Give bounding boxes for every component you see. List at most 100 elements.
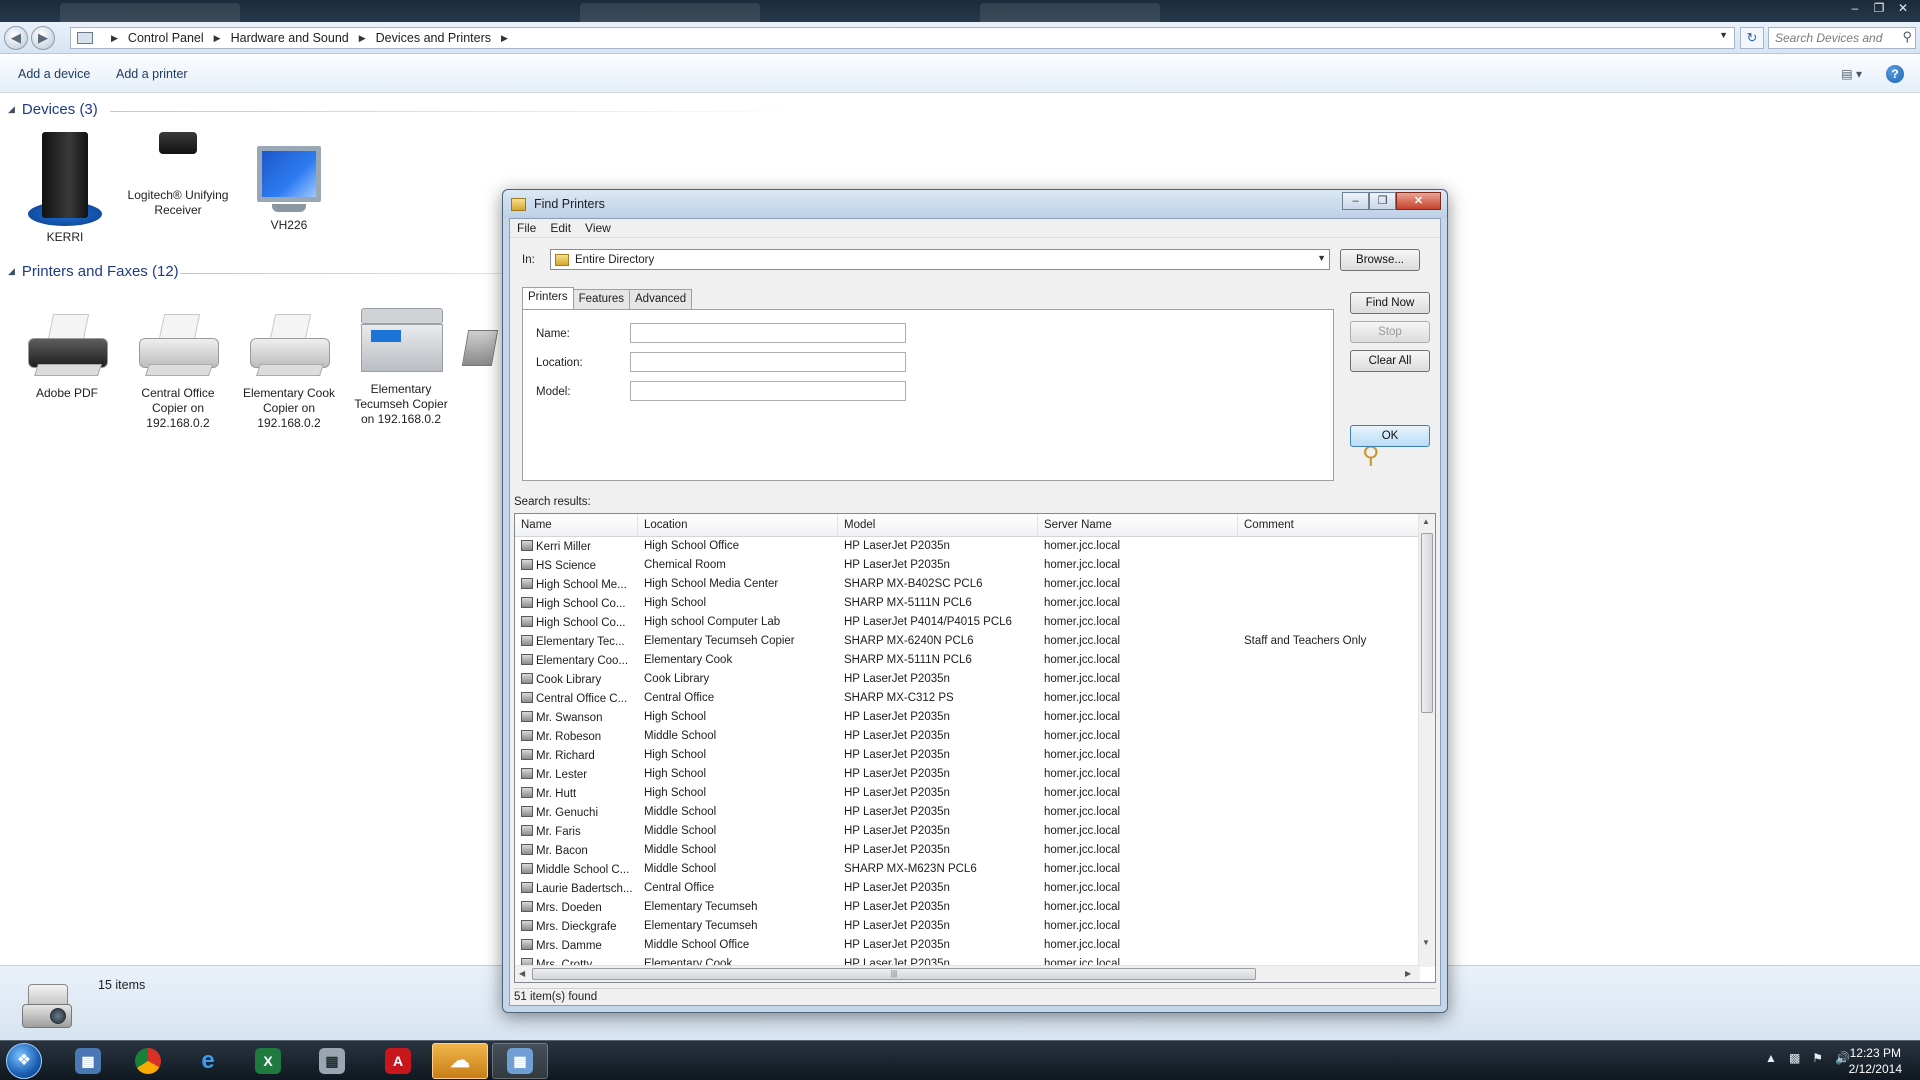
taskbar-cloud-app[interactable]: ☁: [432, 1043, 488, 1079]
column-header-model[interactable]: Model: [838, 514, 1038, 537]
model-field[interactable]: [630, 381, 906, 401]
table-row[interactable]: Elementary Tec... Elementary Tecumseh Cop…: [515, 633, 1420, 652]
column-header-comment[interactable]: Comment: [1238, 514, 1420, 537]
dialog-close-icon[interactable]: ✕: [1396, 192, 1441, 210]
breadcrumb-hardware-and-sound[interactable]: Hardware and Sound: [231, 31, 349, 45]
dialog-title-bar[interactable]: Find Printers – ❐ ✕: [503, 190, 1447, 218]
table-row[interactable]: Mr. Richard High School HP LaserJet P2035n…: [515, 747, 1420, 766]
start-button[interactable]: ❖: [6, 1043, 42, 1079]
table-row[interactable]: Mr. Genuchi Middle School HP LaserJet P203…: [515, 804, 1420, 823]
find-now-button[interactable]: Find Now: [1350, 292, 1430, 314]
breadcrumb-control-panel[interactable]: Control Panel: [128, 31, 204, 45]
location-field[interactable]: [630, 352, 906, 372]
horizontal-scrollbar[interactable]: ◀ ||| ▶: [515, 965, 1420, 982]
search-input[interactable]: Search Devices and ... ⚲: [1768, 27, 1916, 59]
printer-adobe-pdf[interactable]: Adobe PDF: [12, 312, 122, 401]
taskbar-ie-app[interactable]: e: [180, 1043, 236, 1079]
printer-elementary-cook-copier[interactable]: Elementary Cook Copier on 192.168.0.2: [234, 312, 344, 431]
device-logitech-receiver[interactable]: Logitech® Unifying Receiver: [123, 132, 233, 218]
help-icon[interactable]: ?: [1886, 65, 1904, 83]
tab-features[interactable]: Features: [572, 289, 631, 311]
table-row[interactable]: Mrs. Doeden Elementary Tecumseh HP LaserJe…: [515, 899, 1420, 918]
table-row[interactable]: Mr. Lester High School HP LaserJet P2035n h…: [515, 766, 1420, 785]
taskbar-acrobat-app[interactable]: A: [370, 1043, 426, 1079]
table-row[interactable]: High School Co... High School SHARP MX-511…: [515, 595, 1420, 614]
table-row[interactable]: Laurie Badertsch... Central Office HP Lase…: [515, 880, 1420, 899]
stop-button[interactable]: Stop: [1350, 321, 1430, 343]
taskbar-control-panel-app[interactable]: ▦: [492, 1043, 548, 1079]
table-row[interactable]: Mr. Bacon Middle School HP LaserJet P2035n…: [515, 842, 1420, 861]
close-icon[interactable]: ✕: [1892, 0, 1914, 16]
chevron-right-icon[interactable]: ▶: [214, 33, 221, 44]
table-row[interactable]: Mrs. Dieckgrafe Elementary Tecumseh HP Las…: [515, 918, 1420, 937]
clear-all-button[interactable]: Clear All: [1350, 350, 1430, 372]
table-row[interactable]: Mr. Faris Middle School HP LaserJet P2035n…: [515, 823, 1420, 842]
browse-button[interactable]: Browse...: [1340, 249, 1420, 271]
printers-section-header[interactable]: ◢ Printers and Faxes (12): [8, 263, 179, 280]
taskbar-network-app[interactable]: ▦: [60, 1043, 116, 1079]
table-row[interactable]: Central Office C... Central Office SHARP M…: [515, 690, 1420, 709]
printer-partial[interactable]: [460, 330, 500, 370]
column-header-server-name[interactable]: Server Name: [1038, 514, 1238, 537]
collapse-triangle-icon[interactable]: ◢: [8, 104, 15, 115]
scroll-left-icon[interactable]: ◀: [519, 969, 525, 978]
tab-advanced[interactable]: Advanced: [629, 289, 693, 311]
show-hidden-icons-icon[interactable]: ▲: [1765, 1051, 1777, 1065]
refresh-button[interactable]: ↻: [1740, 27, 1764, 49]
maximize-icon[interactable]: ❐: [1868, 0, 1890, 16]
menu-file[interactable]: File: [510, 219, 543, 237]
scroll-down-icon[interactable]: ▼: [1422, 938, 1430, 947]
chevron-right-icon[interactable]: ▶: [501, 33, 508, 44]
add-printer-button[interactable]: Add a printer: [116, 67, 188, 81]
chevron-down-icon[interactable]: ▼: [1719, 30, 1728, 40]
table-row[interactable]: Mr. Swanson High School HP LaserJet P2035n…: [515, 709, 1420, 728]
printer-central-office-copier[interactable]: Central Office Copier on 192.168.0.2: [123, 312, 233, 431]
change-view-button[interactable]: ▤ ▾: [1841, 67, 1862, 81]
device-vh226[interactable]: VH226: [234, 146, 344, 233]
dialog-maximize-icon[interactable]: ❐: [1369, 192, 1396, 210]
add-device-button[interactable]: Add a device: [18, 67, 90, 81]
horizontal-scroll-thumb[interactable]: |||: [532, 968, 1256, 980]
vertical-scrollbar[interactable]: ▲ ▼: [1418, 514, 1435, 967]
chevron-right-icon[interactable]: ▶: [111, 33, 118, 44]
table-row[interactable]: HS Science Chemical Room HP LaserJet P2035…: [515, 557, 1420, 576]
network-status-icon[interactable]: ▩: [1789, 1051, 1800, 1065]
chevron-right-icon[interactable]: ▶: [359, 33, 366, 44]
back-button[interactable]: ◀: [4, 26, 28, 50]
table-row[interactable]: High School Co... High school Computer La…: [515, 614, 1420, 633]
vertical-scroll-thumb[interactable]: [1421, 533, 1433, 713]
background-tab[interactable]: [980, 3, 1160, 22]
search-icon[interactable]: ⚲: [1902, 29, 1912, 45]
chevron-down-icon[interactable]: ▼: [1317, 253, 1326, 263]
breadcrumb-devices-and-printers[interactable]: Devices and Printers: [376, 31, 491, 45]
printer-elementary-tecumseh-copier[interactable]: Elementary Tecumseh Copier on 192.168.0.…: [346, 304, 456, 427]
menu-edit[interactable]: Edit: [543, 219, 578, 237]
table-row[interactable]: Mr. Robeson Middle School HP LaserJet P203…: [515, 728, 1420, 747]
background-tab[interactable]: [580, 3, 760, 22]
taskbar-calculator-app[interactable]: ▦: [304, 1043, 360, 1079]
forward-button[interactable]: ▶: [31, 26, 55, 50]
table-row[interactable]: Mr. Hutt High School HP LaserJet P2035n hom…: [515, 785, 1420, 804]
table-row[interactable]: High School Me... High School Media Cente…: [515, 576, 1420, 595]
scroll-right-icon[interactable]: ▶: [1405, 969, 1411, 978]
background-tab[interactable]: [60, 3, 240, 22]
scroll-up-icon[interactable]: ▲: [1422, 517, 1430, 526]
ok-button[interactable]: OK: [1350, 425, 1430, 447]
column-header-name[interactable]: Name: [515, 514, 638, 537]
taskbar-chrome-app[interactable]: [120, 1043, 176, 1079]
menu-view[interactable]: View: [578, 219, 618, 237]
clock[interactable]: 12:23 PM 2/12/2014: [1849, 1045, 1902, 1077]
table-row[interactable]: Middle School C... Middle School SHARP MX-…: [515, 861, 1420, 880]
devices-section-header[interactable]: ◢ Devices (3): [8, 101, 98, 118]
table-row[interactable]: Elementary Coo... Elementary Cook SHARP MX…: [515, 652, 1420, 671]
taskbar-excel-app[interactable]: X: [240, 1043, 296, 1079]
tab-printers[interactable]: Printers: [522, 287, 574, 309]
column-header-location[interactable]: Location: [638, 514, 838, 537]
minimize-icon[interactable]: –: [1844, 0, 1866, 16]
in-scope-dropdown[interactable]: Entire Directory ▼: [550, 249, 1330, 270]
breadcrumb[interactable]: ▶ Control Panel ▶ Hardware and Sound ▶ D…: [70, 27, 1735, 49]
device-kerri[interactable]: KERRI: [10, 132, 120, 245]
dialog-minimize-icon[interactable]: –: [1342, 192, 1369, 210]
collapse-triangle-icon[interactable]: ◢: [8, 266, 15, 277]
table-row[interactable]: Kerri Miller High School Office HP LaserJe…: [515, 538, 1420, 557]
